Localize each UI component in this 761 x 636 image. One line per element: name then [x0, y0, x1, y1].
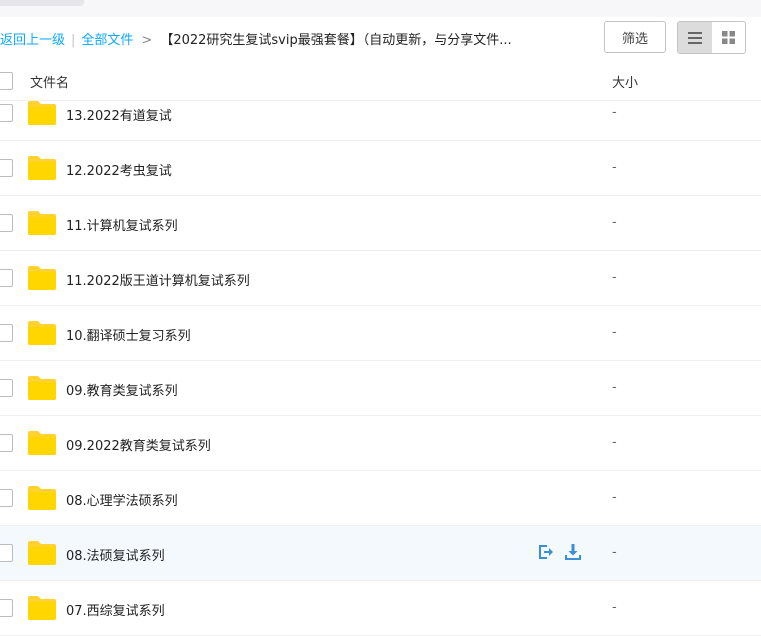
breadcrumb-arrow-icon: > [141, 33, 153, 48]
file-name[interactable]: 08.法硕复试系列 [66, 545, 165, 564]
list-view-icon [687, 31, 702, 44]
file-size: - [612, 160, 617, 175]
filter-button[interactable]: 筛选 [604, 21, 666, 53]
toolbar: 返回上一级 | 全部文件 > 【2022研究生复试svip最强套餐】（自动更新，与分享文… [0, 17, 761, 62]
table-row-hovered[interactable]: 08.法硕复试系列 - [0, 526, 761, 581]
row-checkbox[interactable] [0, 324, 13, 342]
file-name[interactable]: 09.教育类复试系列 [66, 380, 178, 399]
table-row[interactable]: 08.心理学法硕系列 - [0, 471, 761, 526]
folder-icon [28, 541, 56, 565]
row-checkbox[interactable] [0, 214, 13, 232]
file-name[interactable]: 10.翻译硕士复习系列 [66, 325, 191, 344]
back-link[interactable]: 返回上一级 [0, 33, 65, 48]
file-list: 13.2022有道复试 - 12.2022考虫复试 - 11.计算机复试系列 -… [0, 86, 761, 636]
folder-icon [28, 321, 56, 345]
file-size: - [612, 105, 617, 120]
table-row[interactable]: 09.2022教育类复试系列 - [0, 416, 761, 471]
row-checkbox[interactable] [0, 379, 13, 397]
row-actions [536, 543, 582, 561]
file-size: - [612, 600, 617, 615]
row-checkbox[interactable] [0, 104, 13, 122]
file-size: - [612, 215, 617, 230]
folder-icon [28, 101, 56, 125]
breadcrumb: 返回上一级 | 全部文件 > 【2022研究生复试svip最强套餐】（自动更新，与分享文… [0, 29, 512, 48]
folder-icon [28, 211, 56, 235]
top-scroll-area [0, 0, 761, 17]
row-checkbox[interactable] [0, 544, 13, 562]
file-name[interactable]: 11.计算机复试系列 [66, 215, 178, 234]
file-name[interactable]: 13.2022有道复试 [66, 105, 172, 124]
download-icon[interactable] [564, 543, 582, 561]
table-row[interactable]: 09.教育类复试系列 - [0, 361, 761, 416]
file-name[interactable]: 07.西综复试系列 [66, 600, 165, 619]
table-row[interactable]: 10.翻译硕士复习系列 - [0, 306, 761, 361]
all-files-link[interactable]: 全部文件 [81, 33, 133, 48]
file-name[interactable]: 12.2022考虫复试 [66, 160, 172, 179]
file-size: - [612, 545, 617, 560]
breadcrumb-separator: | [71, 33, 76, 48]
view-toggle [677, 21, 746, 54]
folder-icon [28, 376, 56, 400]
share-icon[interactable] [536, 543, 554, 561]
file-size: - [612, 270, 617, 285]
current-folder-title: 【2022研究生复试svip最强套餐】（自动更新，与分享文件... [160, 33, 512, 48]
row-checkbox[interactable] [0, 269, 13, 287]
list-view-button[interactable] [678, 22, 712, 53]
file-name[interactable]: 09.2022教育类复试系列 [66, 435, 211, 454]
row-checkbox[interactable] [0, 434, 13, 452]
horizontal-scrollbar[interactable] [0, 0, 84, 6]
row-checkbox[interactable] [0, 159, 13, 177]
table-row[interactable]: 07.西综复试系列 - [0, 581, 761, 636]
file-size: - [612, 490, 617, 505]
folder-icon [28, 431, 56, 455]
row-checkbox[interactable] [0, 489, 13, 507]
grid-view-icon [721, 31, 735, 44]
folder-icon [28, 486, 56, 510]
file-size: - [612, 380, 617, 395]
file-size: - [612, 325, 617, 340]
table-row[interactable]: 13.2022有道复试 - [0, 86, 761, 141]
row-checkbox[interactable] [0, 599, 13, 617]
file-name[interactable]: 08.心理学法硕系列 [66, 490, 178, 509]
table-row[interactable]: 12.2022考虫复试 - [0, 141, 761, 196]
grid-view-button[interactable] [712, 22, 746, 53]
table-row[interactable]: 11.2022版王道计算机复试系列 - [0, 251, 761, 306]
folder-icon [28, 156, 56, 180]
folder-icon [28, 266, 56, 290]
file-size: - [612, 435, 617, 450]
table-row[interactable]: 11.计算机复试系列 - [0, 196, 761, 251]
file-name[interactable]: 11.2022版王道计算机复试系列 [66, 270, 250, 289]
folder-icon [28, 596, 56, 620]
